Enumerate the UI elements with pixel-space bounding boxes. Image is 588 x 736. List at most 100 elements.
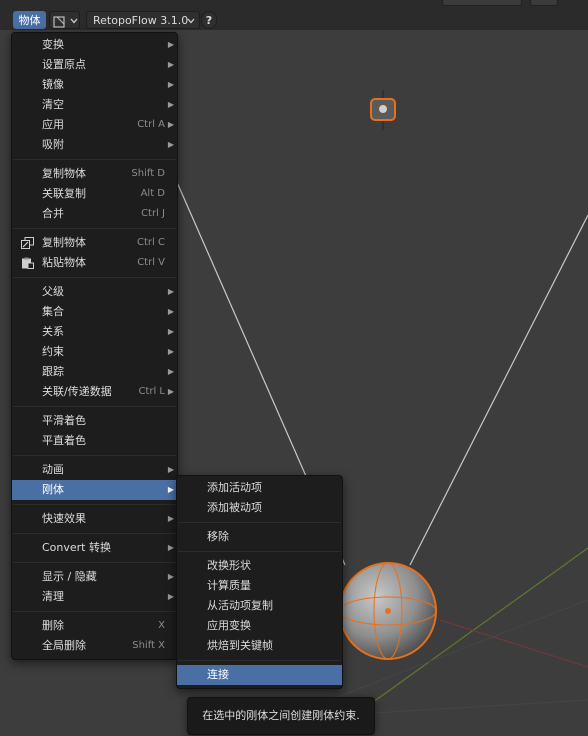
- tooltip: 在选中的刚体之间创建刚体约束.: [187, 697, 375, 735]
- menu-item-duplicate-linked[interactable]: 关联复制 Alt D: [12, 184, 177, 204]
- menu-item-label: 关联复制: [42, 187, 86, 200]
- menu-item-shortcut: Alt D: [140, 188, 165, 199]
- menu-item-shade-flat[interactable]: 平直着色: [12, 431, 177, 451]
- menu-item-label: 烘焙到关键帧: [207, 639, 273, 652]
- menu-item-label: 清空: [42, 98, 64, 111]
- menu-item-label: 约束: [42, 345, 64, 358]
- menu-item-convert[interactable]: Convert 转换 ▶: [12, 538, 177, 558]
- menu-item-rigid-body[interactable]: 刚体 ▶: [12, 480, 177, 500]
- menu-item-label: 粘贴物体: [42, 256, 86, 269]
- menu-item-duplicate[interactable]: 复制物体 Shift D: [12, 164, 177, 184]
- menu-item-paste-objects[interactable]: 粘贴物体 Ctrl V: [12, 253, 177, 273]
- menu-item-label: 设置原点: [42, 58, 86, 71]
- menu-item-transform[interactable]: 变换 ▶: [12, 35, 177, 55]
- menu-separator: [178, 660, 341, 661]
- menu-item-label: 平滑着色: [42, 414, 86, 427]
- menu-item-label: 关联/传递数据: [42, 385, 112, 398]
- menu-item-label: 合并: [42, 207, 64, 220]
- menu-item-link-transfer-data[interactable]: 关联/传递数据 Ctrl L ▶: [12, 382, 177, 402]
- submenu-arrow-icon: ▶: [167, 347, 174, 356]
- submenu-item-bake-to-keyframes[interactable]: 烘焙到关键帧: [177, 636, 342, 656]
- menu-item-collection[interactable]: 集合 ▶: [12, 302, 177, 322]
- header-partial-widget[interactable]: [442, 0, 522, 6]
- object-mode-icon: [53, 16, 65, 28]
- menu-item-shortcut: Ctrl V: [137, 257, 165, 268]
- submenu-item-change-shape[interactable]: 改换形状: [177, 556, 342, 576]
- menu-item-label: 全局删除: [42, 639, 86, 652]
- menu-item-label: 动画: [42, 463, 64, 476]
- copy-icon: [21, 237, 34, 249]
- submenu-item-add-passive[interactable]: 添加被动项: [177, 498, 342, 518]
- menu-item-shortcut: Ctrl C: [137, 237, 165, 248]
- menu-separator: [13, 533, 176, 534]
- menu-item-shade-smooth[interactable]: 平滑着色: [12, 411, 177, 431]
- mode-dropdown[interactable]: [49, 11, 80, 29]
- menu-separator: [13, 406, 176, 407]
- menu-item-label: 移除: [207, 530, 229, 543]
- menu-item-delete[interactable]: 删除 X: [12, 616, 177, 636]
- menu-separator: [13, 228, 176, 229]
- menu-item-clear[interactable]: 清空 ▶: [12, 95, 177, 115]
- menu-item-copy-objects[interactable]: 复制物体 Ctrl C: [12, 233, 177, 253]
- retopoflow-dropdown[interactable]: RetopoFlow 3.1.0: [86, 11, 200, 29]
- sphere-object: [339, 562, 437, 660]
- submenu-arrow-icon: ▶: [167, 572, 174, 581]
- menu-item-label: 计算质量: [207, 579, 251, 592]
- submenu-item-copy-from-active[interactable]: 从活动项复制: [177, 596, 342, 616]
- submenu-arrow-icon: ▶: [167, 80, 174, 89]
- submenu-arrow-icon: ▶: [167, 40, 174, 49]
- menu-item-join[interactable]: 合并 Ctrl J: [12, 204, 177, 224]
- submenu-item-add-active[interactable]: 添加活动项: [177, 478, 342, 498]
- menu-item-label: 刚体: [42, 483, 64, 496]
- menu-separator: [13, 159, 176, 160]
- menu-item-shortcut: Ctrl A: [137, 119, 165, 130]
- object-menu-button[interactable]: 物体: [13, 11, 46, 29]
- menu-item-parent[interactable]: 父级 ▶: [12, 282, 177, 302]
- menu-item-label: Convert 转换: [42, 541, 111, 554]
- menu-item-label: 吸附: [42, 138, 64, 151]
- menu-item-label: 镜像: [42, 78, 64, 91]
- submenu-item-connect[interactable]: 连接: [177, 665, 342, 685]
- submenu-arrow-icon: ▶: [167, 307, 174, 316]
- submenu-arrow-icon: ▶: [167, 367, 174, 376]
- menu-item-label: 复制物体: [42, 167, 86, 180]
- object-menu: 变换 ▶ 设置原点 ▶ 镜像 ▶ 清空 ▶ 应用 Ctrl A ▶ 吸附 ▶ 复…: [11, 32, 178, 660]
- menu-separator: [13, 277, 176, 278]
- question-circle-icon[interactable]: ?: [201, 11, 217, 29]
- chevron-down-icon: [187, 18, 195, 24]
- menu-item-label: 清理: [42, 590, 64, 603]
- header-partial-button[interactable]: [530, 0, 558, 6]
- menu-item-label: 删除: [42, 619, 64, 632]
- submenu-arrow-icon: ▶: [167, 465, 174, 474]
- menu-item-label: 父级: [42, 285, 64, 298]
- menu-separator: [13, 562, 176, 563]
- submenu-arrow-icon: ▶: [167, 514, 174, 523]
- menu-item-quick-effects[interactable]: 快速效果 ▶: [12, 509, 177, 529]
- menu-item-shortcut: Ctrl J: [141, 208, 165, 219]
- submenu-item-remove[interactable]: 移除: [177, 527, 342, 547]
- submenu-arrow-icon: ▶: [167, 60, 174, 69]
- submenu-item-calculate-mass[interactable]: 计算质量: [177, 576, 342, 596]
- menu-item-mirror[interactable]: 镜像 ▶: [12, 75, 177, 95]
- submenu-item-apply-transformation[interactable]: 应用变换: [177, 616, 342, 636]
- menu-item-show-hide[interactable]: 显示 / 隐藏 ▶: [12, 567, 177, 587]
- menu-item-constraint[interactable]: 约束 ▶: [12, 342, 177, 362]
- menu-item-track[interactable]: 跟踪 ▶: [12, 362, 177, 382]
- submenu-arrow-icon: ▶: [167, 100, 174, 109]
- menu-item-apply[interactable]: 应用 Ctrl A ▶: [12, 115, 177, 135]
- menu-item-relations[interactable]: 关系 ▶: [12, 322, 177, 342]
- menu-item-clean-up[interactable]: 清理 ▶: [12, 587, 177, 607]
- paste-icon: [22, 257, 34, 269]
- submenu-arrow-icon: ▶: [167, 543, 174, 552]
- submenu-arrow-icon: ▶: [167, 140, 174, 149]
- menu-item-label: 应用: [42, 118, 64, 131]
- menu-item-snap[interactable]: 吸附 ▶: [12, 135, 177, 155]
- menu-item-label: 复制物体: [42, 236, 86, 249]
- menu-item-delete-globally[interactable]: 全局删除 Shift X: [12, 636, 177, 656]
- submenu-arrow-icon: ▶: [167, 327, 174, 336]
- menu-item-label: 从活动项复制: [207, 599, 273, 612]
- menu-item-set-origin[interactable]: 设置原点 ▶: [12, 55, 177, 75]
- menu-item-animation[interactable]: 动画 ▶: [12, 460, 177, 480]
- menu-item-shortcut: X: [158, 620, 165, 631]
- viewport-header: 物体 RetopoFlow 3.1.0 ?: [0, 0, 588, 30]
